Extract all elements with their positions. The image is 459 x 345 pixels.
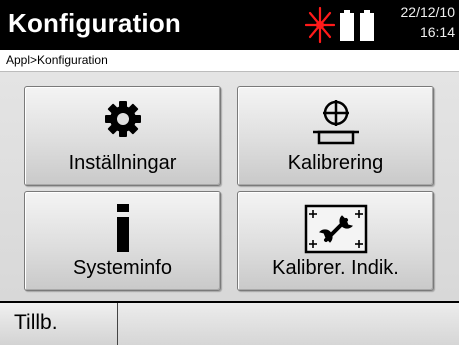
softkey-bar: Tillb. [0,303,459,345]
laser-icon [304,6,336,44]
back-button[interactable]: Tillb. [0,303,118,345]
time-display: 16:14 [419,24,455,40]
settings-label: Inställningar [68,152,177,174]
calibration-indicator-button[interactable]: Kalibrer. Indik. [237,191,434,291]
calibration-label: Kalibrering [287,152,384,174]
info-icon [113,204,133,257]
menu-grid: Inställningar Kalibrering Systeminfo Kal… [0,72,459,301]
level-target-icon [311,99,361,152]
gear-icon [103,99,143,144]
system-info-label: Systeminfo [73,257,172,279]
battery-icon [359,10,375,42]
calibration-button[interactable]: Kalibrering [237,86,434,186]
battery-icon [339,10,355,42]
wrench-frame-icon [304,204,368,259]
settings-button[interactable]: Inställningar [24,86,221,186]
system-info-button[interactable]: Systeminfo [24,191,221,291]
page-title: Konfiguration [8,8,182,38]
calibration-indicator-label: Kalibrer. Indik. [272,257,399,279]
breadcrumb: Appl>Konfiguration [0,50,459,72]
date-display: 22/12/10 [400,4,456,20]
title-bar: Konfiguration 22/12/10 16:14 [0,0,459,50]
